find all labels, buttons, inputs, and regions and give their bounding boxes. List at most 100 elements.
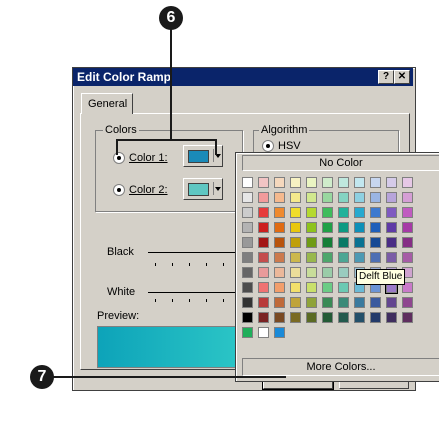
color-swatch[interactable] xyxy=(274,252,285,263)
color-swatch[interactable] xyxy=(386,192,397,203)
color-swatch[interactable] xyxy=(354,177,365,188)
color-swatch[interactable] xyxy=(386,237,397,248)
algorithm-hsv-radio[interactable] xyxy=(262,140,274,152)
color-swatch[interactable] xyxy=(338,297,349,308)
color-swatch[interactable] xyxy=(242,282,253,293)
color-swatch[interactable] xyxy=(370,192,381,203)
color-swatch[interactable] xyxy=(290,252,301,263)
color-swatch[interactable] xyxy=(354,192,365,203)
color-swatch[interactable] xyxy=(242,237,253,248)
color-swatch[interactable] xyxy=(290,207,301,218)
color-swatch[interactable] xyxy=(274,237,285,248)
black-slider-track[interactable] xyxy=(148,252,238,253)
color1-radio[interactable] xyxy=(113,152,125,164)
color-swatch[interactable] xyxy=(290,222,301,233)
color-swatch[interactable] xyxy=(322,267,333,278)
color-swatch[interactable] xyxy=(338,207,349,218)
more-colors-button[interactable]: More Colors... xyxy=(242,358,439,376)
color-swatch[interactable] xyxy=(242,177,253,188)
color-swatch[interactable] xyxy=(338,312,349,323)
color-swatch[interactable] xyxy=(402,237,413,248)
color-swatch[interactable] xyxy=(386,177,397,188)
color-swatch[interactable] xyxy=(242,312,253,323)
color-swatch[interactable] xyxy=(274,267,285,278)
color-swatch[interactable] xyxy=(258,327,269,338)
color-swatch[interactable] xyxy=(306,222,317,233)
color-swatch[interactable] xyxy=(338,282,349,293)
color-swatch[interactable] xyxy=(242,252,253,263)
color-swatch[interactable] xyxy=(306,207,317,218)
color-swatch[interactable] xyxy=(258,312,269,323)
color-swatch[interactable] xyxy=(370,177,381,188)
color2-picker-button[interactable] xyxy=(183,178,223,200)
color-swatch[interactable] xyxy=(354,312,365,323)
color-swatch[interactable] xyxy=(258,237,269,248)
dialog-titlebar[interactable]: Edit Color Ramp ? ✕ xyxy=(73,68,413,86)
color-swatch[interactable] xyxy=(386,297,397,308)
color-swatch[interactable] xyxy=(242,207,253,218)
color-swatch[interactable] xyxy=(402,192,413,203)
color-swatch[interactable] xyxy=(290,282,301,293)
color-swatch[interactable] xyxy=(306,177,317,188)
color-swatch[interactable] xyxy=(354,237,365,248)
color-swatch[interactable] xyxy=(306,282,317,293)
color-swatch[interactable] xyxy=(322,282,333,293)
color-swatch[interactable] xyxy=(386,252,397,263)
color-swatch[interactable] xyxy=(402,297,413,308)
color-swatch[interactable] xyxy=(258,267,269,278)
color-swatch[interactable] xyxy=(274,327,285,338)
color-swatch[interactable] xyxy=(258,252,269,263)
color-swatch[interactable] xyxy=(274,282,285,293)
color-swatch[interactable] xyxy=(242,222,253,233)
color-swatch[interactable] xyxy=(258,297,269,308)
color-swatch[interactable] xyxy=(386,207,397,218)
color-swatch[interactable] xyxy=(322,252,333,263)
color-swatch[interactable] xyxy=(402,207,413,218)
color-swatch[interactable] xyxy=(338,237,349,248)
color-swatch[interactable] xyxy=(354,207,365,218)
color-swatch[interactable] xyxy=(306,297,317,308)
color-swatch[interactable] xyxy=(370,207,381,218)
color-swatch[interactable] xyxy=(274,312,285,323)
color-swatch[interactable] xyxy=(242,267,253,278)
color-swatch[interactable] xyxy=(322,312,333,323)
close-button[interactable]: ✕ xyxy=(394,70,410,84)
color-swatch[interactable] xyxy=(370,222,381,233)
color-swatch[interactable] xyxy=(386,312,397,323)
color-swatch[interactable] xyxy=(258,282,269,293)
no-color-button[interactable]: No Color xyxy=(242,155,439,171)
help-button[interactable]: ? xyxy=(378,70,394,84)
color-swatch[interactable] xyxy=(290,192,301,203)
color-swatch[interactable] xyxy=(402,177,413,188)
color-swatch[interactable] xyxy=(386,222,397,233)
color-swatch[interactable] xyxy=(290,237,301,248)
color-swatch[interactable] xyxy=(338,177,349,188)
color-swatch[interactable] xyxy=(338,192,349,203)
color-swatch[interactable] xyxy=(370,312,381,323)
white-slider-track[interactable] xyxy=(148,292,238,293)
color-swatch[interactable] xyxy=(322,207,333,218)
color-swatch[interactable] xyxy=(274,222,285,233)
color-swatch[interactable] xyxy=(322,237,333,248)
color1-picker-button[interactable] xyxy=(183,145,223,167)
color-swatch[interactable] xyxy=(306,192,317,203)
color-swatch[interactable] xyxy=(290,297,301,308)
color-swatch[interactable] xyxy=(338,267,349,278)
color-swatch[interactable] xyxy=(258,177,269,188)
color-swatch[interactable] xyxy=(258,222,269,233)
color-swatch[interactable] xyxy=(274,207,285,218)
color-swatch[interactable] xyxy=(322,297,333,308)
color-swatch[interactable] xyxy=(242,327,253,338)
color-swatch[interactable] xyxy=(322,177,333,188)
color-swatch[interactable] xyxy=(242,192,253,203)
color-swatch[interactable] xyxy=(354,297,365,308)
color-swatch[interactable] xyxy=(306,267,317,278)
color-swatch[interactable] xyxy=(274,177,285,188)
color-swatch[interactable] xyxy=(354,252,365,263)
color-swatch[interactable] xyxy=(258,207,269,218)
color-swatch[interactable] xyxy=(354,222,365,233)
tab-general[interactable]: General xyxy=(81,93,133,114)
color-swatch[interactable] xyxy=(338,222,349,233)
color-swatch[interactable] xyxy=(402,252,413,263)
color-swatch[interactable] xyxy=(306,237,317,248)
